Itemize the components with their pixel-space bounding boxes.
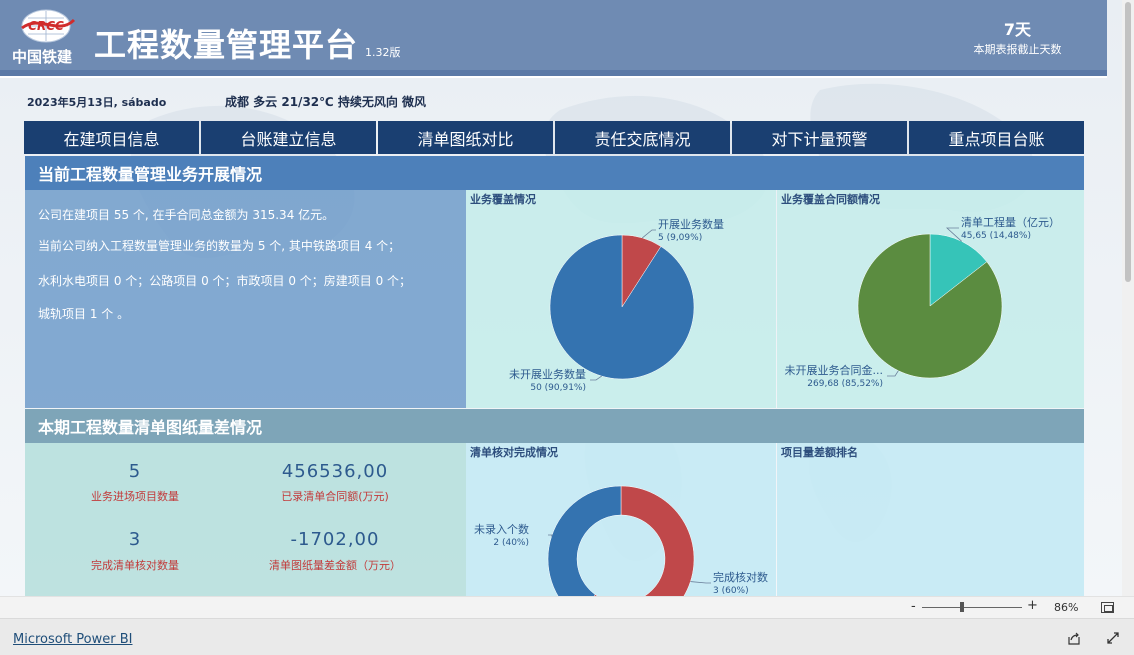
nav-button-measure-warning[interactable]: 对下计量预警: [732, 121, 907, 154]
slice-label: 未录入个数: [474, 523, 529, 536]
zoom-in-button[interactable]: +: [1027, 598, 1038, 613]
pie-slice[interactable]: [547, 485, 622, 596]
slice-label: 开展业务数量: [658, 218, 724, 231]
donut-chart-check-completion[interactable]: 完成核对数 3 (60%) 未录入个数 2 (40%): [466, 443, 776, 596]
summary-line-2: 当前公司纳入工程数量管理业务的数量为 5 个, 其中铁路项目 4 个；: [38, 239, 401, 253]
kpi-value-diff-amount: -1702,00: [290, 529, 380, 550]
deadline-days-label: 本期表报截止天数: [973, 43, 1062, 56]
deadline-days-value: 7天: [1003, 20, 1032, 39]
kpi-label-contract-amount: 已录清单合同额(万元): [281, 490, 389, 503]
zoom-slider-track[interactable]: [922, 607, 1022, 608]
fullscreen-icon[interactable]: [1105, 630, 1121, 646]
kpi-label-diff-amount: 清单图纸量差金额（万元）: [269, 559, 401, 572]
chart-panel-diff-ranking: 项目量差额排名: [777, 443, 1084, 596]
slice-label: 未开展业务合同金...: [785, 363, 884, 377]
kpi-value-checked-count: 3: [128, 529, 142, 550]
chart-panel-check-completion: 清单核对完成情况 完成核对数 3 (60%) 未录入个数 2 (40%): [466, 443, 776, 596]
section2-title: 本期工程数量清单图纸量差情况: [25, 409, 1084, 443]
zoom-out-button[interactable]: -: [911, 599, 916, 614]
slice-value-label: 50 (90,91%): [530, 383, 586, 393]
nav-button-bill-drawing-compare[interactable]: 清单图纸对比: [378, 121, 553, 154]
slice-label: 未开展业务数量: [509, 368, 586, 381]
report-viewport: CRCC 中国铁建 工程数量管理平台 1.32版 7天 本期表报截止天数 202…: [0, 0, 1134, 596]
chart-panel-coverage: 业务覆盖情况 开展业务数量 5 (9,09%) 未开展业务数量 50 (90,91%): [466, 190, 776, 408]
main-nav: 在建项目信息 台账建立信息 清单图纸对比 责任交底情况 对下计量预警 重点项目台…: [24, 121, 1084, 154]
page-title: 工程数量管理平台: [94, 26, 359, 64]
header-divider-light: [0, 76, 1107, 78]
share-icon[interactable]: [1066, 630, 1082, 646]
leader-line: [690, 581, 711, 584]
section1-summary: 公司在建项目 55 个, 在手合同总金额为 315.34 亿元。 当前公司纳入工…: [25, 190, 466, 408]
nav-button-key-projects[interactable]: 重点项目台账: [909, 121, 1084, 154]
scrollbar-thumb[interactable]: [1125, 2, 1131, 282]
pie-chart-contract-coverage[interactable]: 清单工程量（亿元） 45,65 (14,48%) 未开展业务合同金... 269,68…: [777, 190, 1084, 408]
logo-text: 中国铁建: [12, 48, 73, 66]
pie-chart-coverage[interactable]: 开展业务数量 5 (9,09%) 未开展业务数量 50 (90,91%): [466, 190, 776, 408]
summary-line-4: 城轨项目 1 个 。: [38, 307, 130, 321]
section2-kpis: 5 业务进场项目数量 456536,00 已录清单合同额(万元) 3 完成清单核…: [25, 443, 466, 596]
nav-button-responsibility[interactable]: 责任交底情况: [555, 121, 730, 154]
leader-line: [887, 370, 899, 377]
summary-line-3: 水利水电项目 0 个；公路项目 0 个；市政项目 0 个；房建项目 0 个；: [38, 274, 412, 288]
slice-value-label: 269,68 (85,52%): [807, 379, 883, 389]
kpi-label-entered-projects: 业务进场项目数量: [91, 490, 179, 503]
power-bi-link[interactable]: Microsoft Power BI: [13, 632, 132, 647]
chart-title-diff-ranking: 项目量差额排名: [781, 446, 858, 459]
version-label: 1.32版: [365, 46, 401, 59]
weather-info: 成都 多云 21/32℃ 持续无风向 微风: [225, 95, 427, 109]
zoom-level: 86%: [1054, 601, 1079, 614]
pie-slice[interactable]: [549, 234, 695, 380]
slice-value-label: 45,65 (14,48%): [961, 231, 1031, 241]
logo-mark-text: CRCC: [28, 19, 64, 33]
slice-value-label: 5 (9,09%): [658, 233, 702, 243]
nav-button-projects[interactable]: 在建项目信息: [24, 121, 199, 154]
kpi-value-contract-amount: 456536,00: [281, 461, 389, 482]
slice-label: 清单工程量（亿元）: [961, 216, 1060, 229]
kpi-value-entered-projects: 5: [128, 461, 142, 482]
nav-button-ledger[interactable]: 台账建立信息: [201, 121, 376, 154]
slice-value-label: 3 (60%): [713, 586, 749, 596]
chart-panel-contract-coverage: 业务覆盖合同额情况 清单工程量（亿元） 45,65 (14,48%) 未开展业务合同…: [777, 190, 1084, 408]
kpi-label-checked-count: 完成清单核对数量: [91, 559, 179, 572]
summary-line-1: 公司在建项目 55 个, 在手合同总金额为 315.34 亿元。: [38, 208, 335, 222]
leader-line: [548, 534, 553, 537]
footer-bar: Microsoft Power BI: [0, 618, 1134, 655]
zoom-bar: - + 86%: [0, 596, 1134, 618]
vertical-scrollbar[interactable]: [1122, 0, 1134, 596]
slice-value-label: 2 (40%): [493, 538, 529, 548]
slice-label: 完成核对数: [713, 570, 768, 584]
leader-line: [642, 229, 656, 239]
fit-to-page-icon[interactable]: [1101, 602, 1114, 613]
zoom-slider-thumb[interactable]: [960, 602, 964, 612]
current-date: 2023年5月13日, sábado: [27, 96, 167, 109]
section1-title: 当前工程数量管理业务开展情况: [25, 156, 1084, 190]
leader-line: [590, 375, 602, 381]
